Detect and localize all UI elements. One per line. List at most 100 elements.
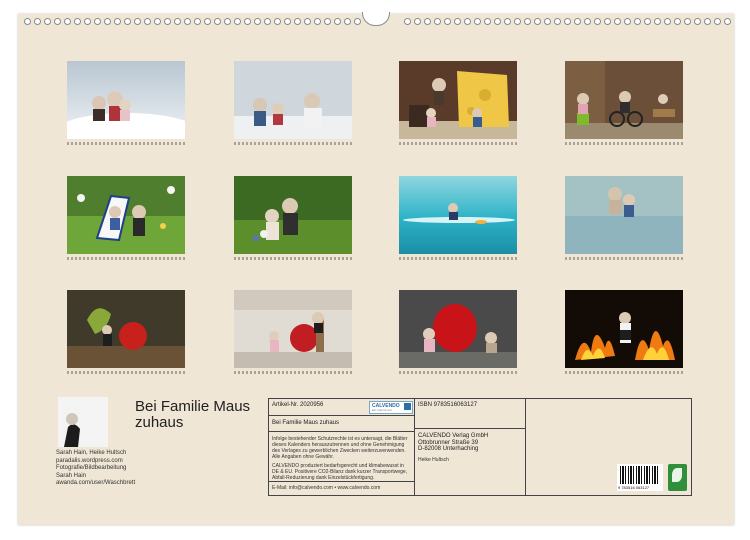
publisher-address: CALVENDO Verlag GmbH Ottobrunner Straße … — [418, 433, 488, 453]
binding-ring — [614, 18, 621, 25]
photo-mouse-with-apple — [67, 290, 185, 368]
binding-ring — [314, 18, 321, 25]
photo-mice-with-red-pepper — [399, 290, 517, 368]
binding-ring — [154, 18, 161, 25]
binding-ring — [484, 18, 491, 25]
binding-ring — [574, 18, 581, 25]
binding-ring — [204, 18, 211, 25]
eco-label-icon — [668, 464, 687, 491]
binding-ring — [224, 18, 231, 25]
binding-ring — [194, 18, 201, 25]
binding-ring — [174, 18, 181, 25]
legal-text-block: Infolge bestehender Schutzrechte ist es … — [272, 436, 410, 481]
month-december[interactable] — [565, 290, 683, 374]
info-box: Artikel-Nr. 2020956 CALVENDO Ein Imprint… — [268, 398, 692, 496]
barcode-number: 9 783516 063127 — [618, 485, 650, 490]
month-april[interactable] — [565, 61, 683, 145]
binding-ring — [334, 18, 341, 25]
binding-ring — [104, 18, 111, 25]
binding-ring — [704, 18, 711, 25]
calendar-page: Sarah Hain, Heike Hultsch paradalis.word… — [18, 12, 734, 525]
product-title: Bei Familie Maus zuhaus — [272, 420, 340, 426]
publisher-line: CALVENDO Verlag GmbH — [418, 433, 489, 439]
binding-ring — [664, 18, 671, 25]
isbn: ISBN 9783516063127 — [418, 402, 478, 408]
barcode: 9 783516 063127 — [617, 464, 663, 491]
leaf-icon — [672, 468, 682, 482]
binding-ring — [504, 18, 511, 25]
divider — [415, 428, 525, 429]
binding-ring — [464, 18, 471, 25]
binding-ring — [604, 18, 611, 25]
date-strip — [67, 142, 185, 145]
binding-ring — [184, 18, 191, 25]
binding-ring — [74, 18, 81, 25]
binding-ring — [234, 18, 241, 25]
logo-mark-icon — [404, 403, 411, 410]
author-line: paradalis.wordpress.com — [56, 457, 123, 464]
binding-ring — [624, 18, 631, 25]
date-strip — [234, 142, 352, 145]
month-june[interactable] — [234, 176, 352, 260]
binding-ring — [424, 18, 431, 25]
binding-ring — [474, 18, 481, 25]
binding-ring — [694, 18, 701, 25]
binding-ring — [64, 18, 71, 25]
article-number: Artikel-Nr. 2020956 — [272, 402, 324, 408]
binding-ring — [724, 18, 731, 25]
binding-ring — [114, 18, 121, 25]
binding-ring — [434, 18, 441, 25]
date-strip — [67, 257, 185, 260]
binding-ring — [644, 18, 651, 25]
month-august[interactable] — [565, 176, 683, 260]
binding-ring — [134, 18, 141, 25]
month-february[interactable] — [234, 61, 352, 145]
binding-ring — [654, 18, 661, 25]
author-line: awanda.com/user/Waschbrett — [56, 480, 136, 486]
date-strip — [565, 371, 683, 374]
binding-ring — [244, 18, 251, 25]
author-photo — [58, 397, 108, 447]
month-march[interactable] — [399, 61, 517, 145]
binding-ring — [524, 18, 531, 25]
binding-ring — [674, 18, 681, 25]
binding-ring — [264, 18, 271, 25]
month-july[interactable] — [399, 176, 517, 260]
barcode-icon — [620, 466, 660, 484]
month-september[interactable] — [67, 290, 185, 374]
binding-ring — [494, 18, 501, 25]
binding-ring — [34, 18, 41, 25]
calvendo-logo: CALVENDO Ein Imprint von — [369, 401, 413, 414]
month-may[interactable] — [67, 176, 185, 260]
contact-email: E-Mail: info@calvendo.com • www.calvendo… — [272, 485, 381, 491]
author-line: Fotografie/Bildbearbeitung — [56, 465, 127, 471]
binding-ring — [124, 18, 131, 25]
binding-ring — [54, 18, 61, 25]
month-january[interactable] — [67, 61, 185, 145]
binding-ring — [714, 18, 721, 25]
logo-subtext: Ein Imprint von — [372, 408, 393, 412]
divider — [269, 431, 414, 432]
divider — [269, 481, 414, 482]
binding-ring — [534, 18, 541, 25]
binding-ring — [564, 18, 571, 25]
photo-mice-with-red-apple — [234, 290, 352, 368]
date-strip — [67, 371, 185, 374]
binding-ring — [284, 18, 291, 25]
binding-ring — [144, 18, 151, 25]
photo-mouse-with-fire — [565, 290, 683, 368]
date-strip — [565, 142, 683, 145]
month-october[interactable] — [234, 290, 352, 374]
binding-ring — [294, 18, 301, 25]
month-november[interactable] — [399, 290, 517, 374]
photo-mice-in-blue — [565, 176, 683, 254]
photo-mice-in-grass — [234, 176, 352, 254]
binding-ring — [24, 18, 31, 25]
date-strip — [234, 371, 352, 374]
author-names: Sarah Hain, Heike Hultsch — [56, 450, 127, 456]
binding-ring — [214, 18, 221, 25]
date-strip — [399, 257, 517, 260]
calendar-title: Bei Familie Maus zuhaus — [135, 398, 251, 431]
binding-ring — [274, 18, 281, 25]
binding-ring — [514, 18, 521, 25]
